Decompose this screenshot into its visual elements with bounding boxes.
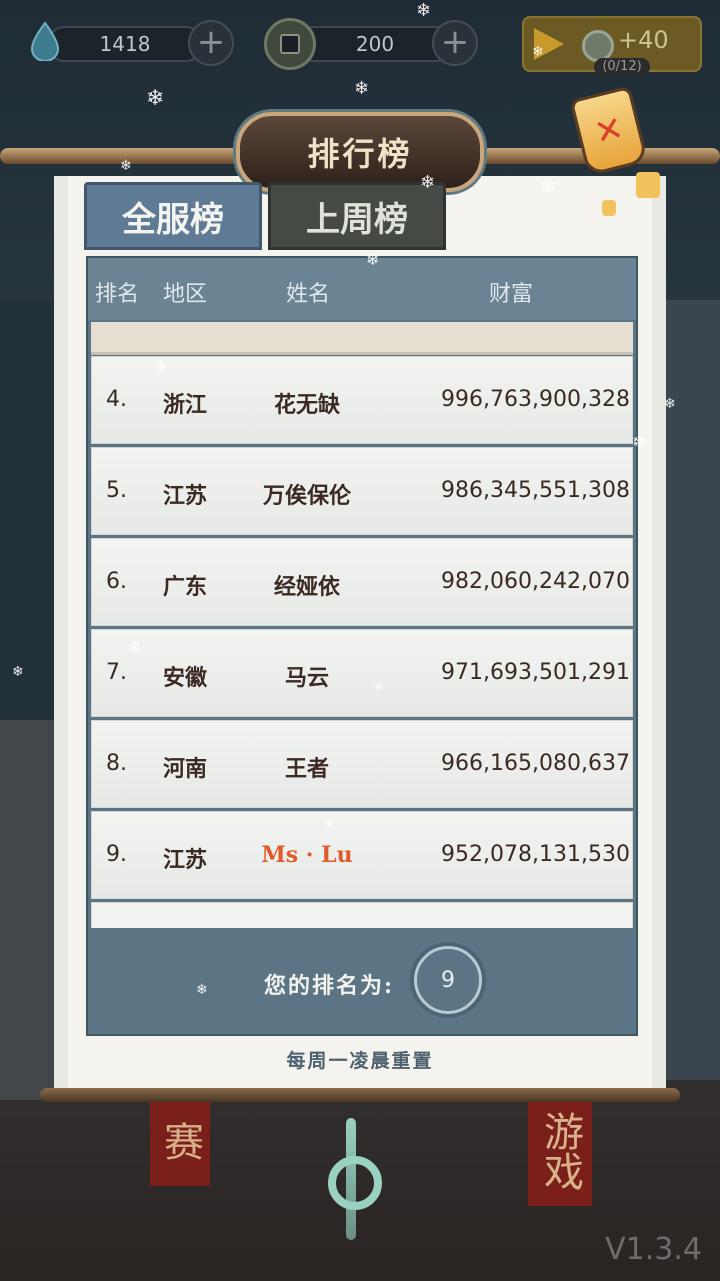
wealth-cell: 952,078,131,530: [441, 842, 630, 867]
title-plaque: 排行榜: [236, 112, 484, 192]
rank-cell: 9.: [106, 842, 127, 867]
my-rank-badge: 9: [414, 946, 482, 1014]
tab-all-server[interactable]: 全服榜: [84, 182, 262, 250]
wealth-cell: 986,345,551,308: [441, 478, 630, 503]
jade-ring-icon: [328, 1156, 382, 1210]
copper-coin-icon: [264, 18, 316, 70]
rank-cell: 7.: [106, 660, 127, 685]
snowflake-icon: ❄: [154, 356, 168, 375]
region-cell: 江苏: [162, 483, 207, 509]
video-reward-amount: +40: [618, 26, 669, 54]
snowflake-icon: ❄: [146, 86, 165, 111]
region-cell: 河南: [162, 756, 207, 782]
add-copper-button[interactable]: +: [432, 20, 478, 66]
video-reward-count: (0/12): [594, 58, 650, 76]
rank-cell: 5.: [106, 478, 127, 503]
region-cell: 安徽: [162, 665, 207, 691]
snowflake-icon: ❄: [532, 44, 544, 60]
snowflake-icon: ❄: [12, 664, 24, 680]
table-header: 排名 地区 姓名 财富: [88, 258, 636, 320]
list-item-partial: [91, 322, 633, 355]
snowflake-icon: ❄: [120, 158, 132, 174]
snowflake-icon: ❄: [540, 174, 557, 198]
table-row[interactable]: 7. 安徽 马云 971,693,501,291: [91, 629, 633, 717]
table-row[interactable]: 5. 江苏 万俟保伦 986,345,551,308: [91, 447, 633, 535]
background-banner-right: 游戏: [528, 1096, 592, 1206]
currency-copper: 200 +: [262, 18, 482, 70]
name-cell: 花无缺: [273, 392, 340, 418]
table-row[interactable]: 8. 河南 王者 966,165,080,637: [91, 720, 633, 808]
table-row[interactable]: 6. 广东 经娅依 982,060,242,070: [91, 538, 633, 626]
snowflake-icon: ❄: [366, 250, 380, 269]
version-label: V1.3.4: [605, 1232, 702, 1267]
snowflake-icon: ❄: [196, 982, 208, 998]
currency-copper-value: 200: [298, 26, 452, 62]
region-cell: 浙江: [162, 392, 207, 418]
small-lantern-icon: [602, 200, 616, 216]
wealth-cell: 971,693,501,291: [441, 660, 630, 685]
name-cell: 王者: [284, 756, 329, 782]
region-cell: 广东: [162, 574, 207, 600]
rank-cell: 8.: [106, 751, 127, 776]
snowflake-icon: ❄: [632, 432, 648, 453]
snowflake-icon: ❄: [420, 172, 436, 193]
page-title: 排行榜: [307, 135, 413, 173]
currency-water: 1418 +: [22, 18, 234, 66]
name-cell: 经娅依: [273, 574, 340, 600]
ranking-list[interactable]: 4. 浙江 花无缺 996,763,900,328 5. 江苏 万俟保伦 986…: [91, 322, 633, 928]
rank-cell: 6.: [106, 569, 127, 594]
region-cell: 江苏: [162, 847, 207, 873]
wealth-cell: 982,060,242,070: [441, 569, 630, 594]
table-row-self[interactable]: 9. 江苏 Ms · Lu 952,078,131,530: [91, 811, 633, 899]
water-drop-icon: [22, 18, 68, 64]
rank-cell: 4.: [106, 387, 127, 412]
name-cell: 万俟保伦: [262, 483, 351, 509]
header-wealth: 财富: [488, 282, 533, 307]
video-reward-button[interactable]: +40 (0/12): [522, 16, 702, 76]
background-building-left: [0, 720, 60, 1100]
my-rank-label: 您的排名为:: [264, 973, 395, 999]
add-water-button[interactable]: +: [188, 20, 234, 66]
list-item-partial: [91, 902, 633, 928]
reset-note: 每周一凌晨重置: [286, 1050, 434, 1072]
snowflake-icon: ❄: [324, 816, 335, 830]
small-lantern-icon: [636, 172, 660, 198]
name-cell: Ms · Lu: [261, 842, 353, 868]
header-region: 地区: [162, 282, 207, 307]
snowflake-icon: ❄: [354, 78, 370, 99]
currency-water-value: 1418: [48, 26, 202, 62]
header-rank: 排名: [94, 282, 139, 307]
background-banner-left: 赛: [150, 1096, 210, 1186]
snowflake-icon: ❄: [416, 0, 432, 21]
snowflake-icon: ❄: [128, 638, 142, 657]
wealth-cell: 996,763,900,328: [441, 387, 630, 412]
ranking-table: 排名 地区 姓名 财富 4. 浙江 花无缺 996,763,900,328 5.…: [86, 256, 638, 1036]
wealth-cell: 966,165,080,637: [441, 751, 630, 776]
snowflake-icon: ❄: [374, 680, 385, 694]
table-row[interactable]: 4. 浙江 花无缺 996,763,900,328: [91, 356, 633, 444]
header-name: 姓名: [285, 282, 330, 307]
scroll-bottom-rod: [40, 1088, 680, 1102]
name-cell: 马云: [284, 665, 329, 691]
snowflake-icon: ❄: [664, 396, 676, 412]
